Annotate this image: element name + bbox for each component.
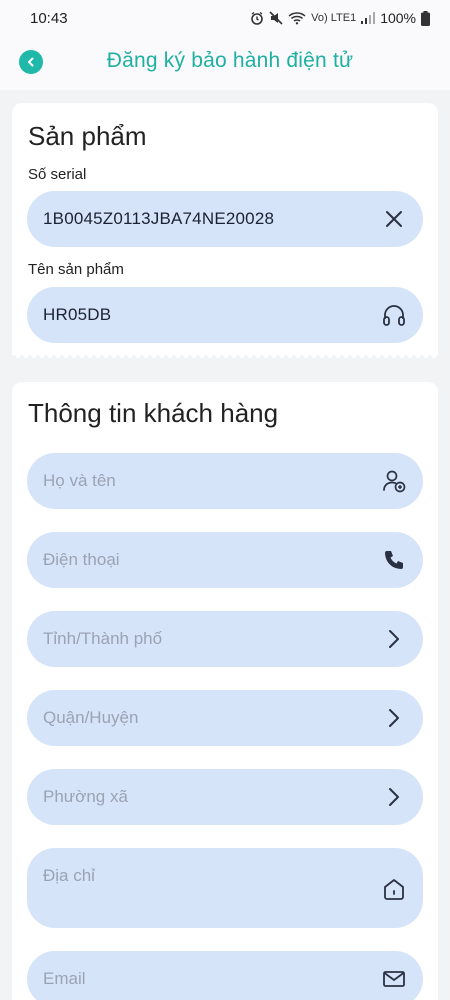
email-placeholder: Email <box>43 969 86 988</box>
home-icon <box>381 876 407 902</box>
province-select[interactable]: Tỉnh/Thành phố <box>27 611 423 667</box>
email-field[interactable]: Email <box>27 951 423 1000</box>
serial-label: Số serial <box>28 166 87 183</box>
chevron-right-icon <box>381 784 407 810</box>
product-name-label: Tên sản phẩm <box>28 261 124 278</box>
network-label: Vo) LTE1 <box>311 12 357 24</box>
serial-field[interactable]: 1B0045Z0113JBA74NE20028 <box>27 191 423 247</box>
alarm-icon <box>251 11 263 25</box>
phone-placeholder: Điện thoại <box>43 550 120 569</box>
product-name-field[interactable]: HR05DB <box>27 287 423 343</box>
status-time: 10:43 <box>30 9 68 27</box>
district-placeholder: Quận/Huyện <box>43 708 139 727</box>
customer-section-title: Thông tin khách hàng <box>28 398 279 428</box>
signal-icon <box>361 12 376 24</box>
status-icons: Vo) LTE1 100% <box>250 10 430 26</box>
customer-card: Thông tin khách hàng Họ và tên Điện thoạ… <box>12 382 438 1000</box>
product-card: Sản phẩm Số serial 1B0045Z0113JBA74NE200… <box>12 103 438 355</box>
mail-icon <box>381 966 407 992</box>
serial-value: 1B0045Z0113JBA74NE20028 <box>43 209 275 228</box>
wifi-icon <box>288 12 306 25</box>
fullname-field[interactable]: Họ và tên <box>27 453 423 509</box>
address-field[interactable]: Địa chỉ <box>27 848 423 928</box>
chevron-right-icon <box>381 705 407 731</box>
page-title: Đăng ký bảo hành điện tử <box>106 49 354 72</box>
card-edge-decoration <box>12 350 438 359</box>
phone-icon <box>381 547 407 573</box>
mute-icon <box>269 11 283 25</box>
fullname-placeholder: Họ và tên <box>43 471 116 490</box>
ward-placeholder: Phường xã <box>43 787 128 806</box>
address-placeholder: Địa chỉ <box>43 866 95 885</box>
chevron-right-icon <box>381 626 407 652</box>
province-placeholder: Tỉnh/Thành phố <box>43 629 163 648</box>
status-bar: 10:43 Vo) LTE1 100% <box>0 0 450 36</box>
app-bar: Đăng ký bảo hành điện tử <box>0 36 450 90</box>
headphones-icon <box>381 302 407 328</box>
product-section-title: Sản phẩm <box>28 121 147 151</box>
ward-select[interactable]: Phường xã <box>27 769 423 825</box>
clear-icon[interactable] <box>381 206 407 232</box>
add-person-icon <box>381 468 407 494</box>
product-name-value: HR05DB <box>43 305 112 324</box>
battery-percent: 100% <box>380 10 416 26</box>
district-select[interactable]: Quận/Huyện <box>27 690 423 746</box>
battery-icon <box>421 10 430 26</box>
phone-field[interactable]: Điện thoại <box>27 532 423 588</box>
